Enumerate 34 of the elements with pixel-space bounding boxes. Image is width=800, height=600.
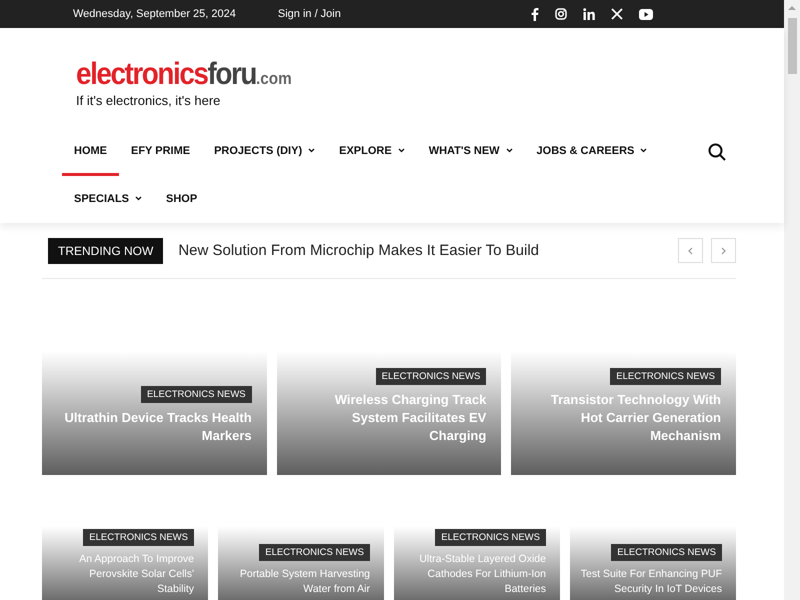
article-title[interactable]: Portable System Harvesting Water from Air <box>228 567 370 597</box>
linkedin-icon[interactable] <box>582 8 595 20</box>
sign-in-link[interactable]: Sign in / Join <box>278 8 341 20</box>
scrollbar[interactable] <box>784 0 800 600</box>
search-icon[interactable] <box>708 143 726 161</box>
site-logo[interactable]: electronicsforu.com If it's electronics, it's here <box>76 58 316 108</box>
nav-item[interactable]: SPECIALS <box>62 176 154 224</box>
chevron-right-icon <box>721 246 726 254</box>
nav-item[interactable]: WHAT'S NEW <box>416 128 525 176</box>
category-tag[interactable]: ELECTRONICS NEWS <box>610 368 721 385</box>
instagram-icon[interactable] <box>554 8 567 20</box>
category-tag[interactable]: ELECTRONICS NEWS <box>83 529 194 546</box>
category-tag[interactable]: ELECTRONICS NEWS <box>435 529 546 546</box>
nav-item[interactable]: HOME <box>62 128 119 176</box>
trending-headline[interactable]: New Solution From Microchip Makes It Easier To Build <box>178 242 670 259</box>
category-tag[interactable]: ELECTRONICS NEWS <box>611 544 722 561</box>
article-title[interactable]: An Approach To Improve Perovskite Solar Cells' Stability <box>52 552 194 597</box>
x-icon[interactable] <box>610 8 623 20</box>
category-tag[interactable]: ELECTRONICS NEWS <box>259 544 370 561</box>
youtube-icon[interactable] <box>638 8 653 20</box>
nav-item[interactable]: SHOP <box>154 176 210 224</box>
article-title[interactable]: Test Suite For Enhancing PUF Security In IoT Devices <box>580 567 722 597</box>
nav-item[interactable]: JOBS & CAREERS <box>524 128 660 176</box>
category-tag[interactable]: ELECTRONICS NEWS <box>376 368 486 385</box>
date-text: Wednesday, September 25, 2024 <box>73 8 236 20</box>
trending-label: TRENDING NOW <box>48 238 164 264</box>
nav-item[interactable]: PROJECTS (DIY) <box>202 128 328 176</box>
nav-item[interactable]: EFY PRIME <box>119 128 202 176</box>
article-title[interactable]: Ultra-Stable Layered Oxide Cathodes For Lithium-Ion Batteries <box>404 552 546 597</box>
nav-item[interactable]: EXPLORE <box>327 128 417 176</box>
category-tag[interactable]: ELECTRONICS NEWS <box>140 386 252 403</box>
facebook-icon[interactable] <box>530 8 539 20</box>
chevron-left-icon <box>688 246 693 254</box>
scroll-thumb[interactable] <box>788 18 796 74</box>
